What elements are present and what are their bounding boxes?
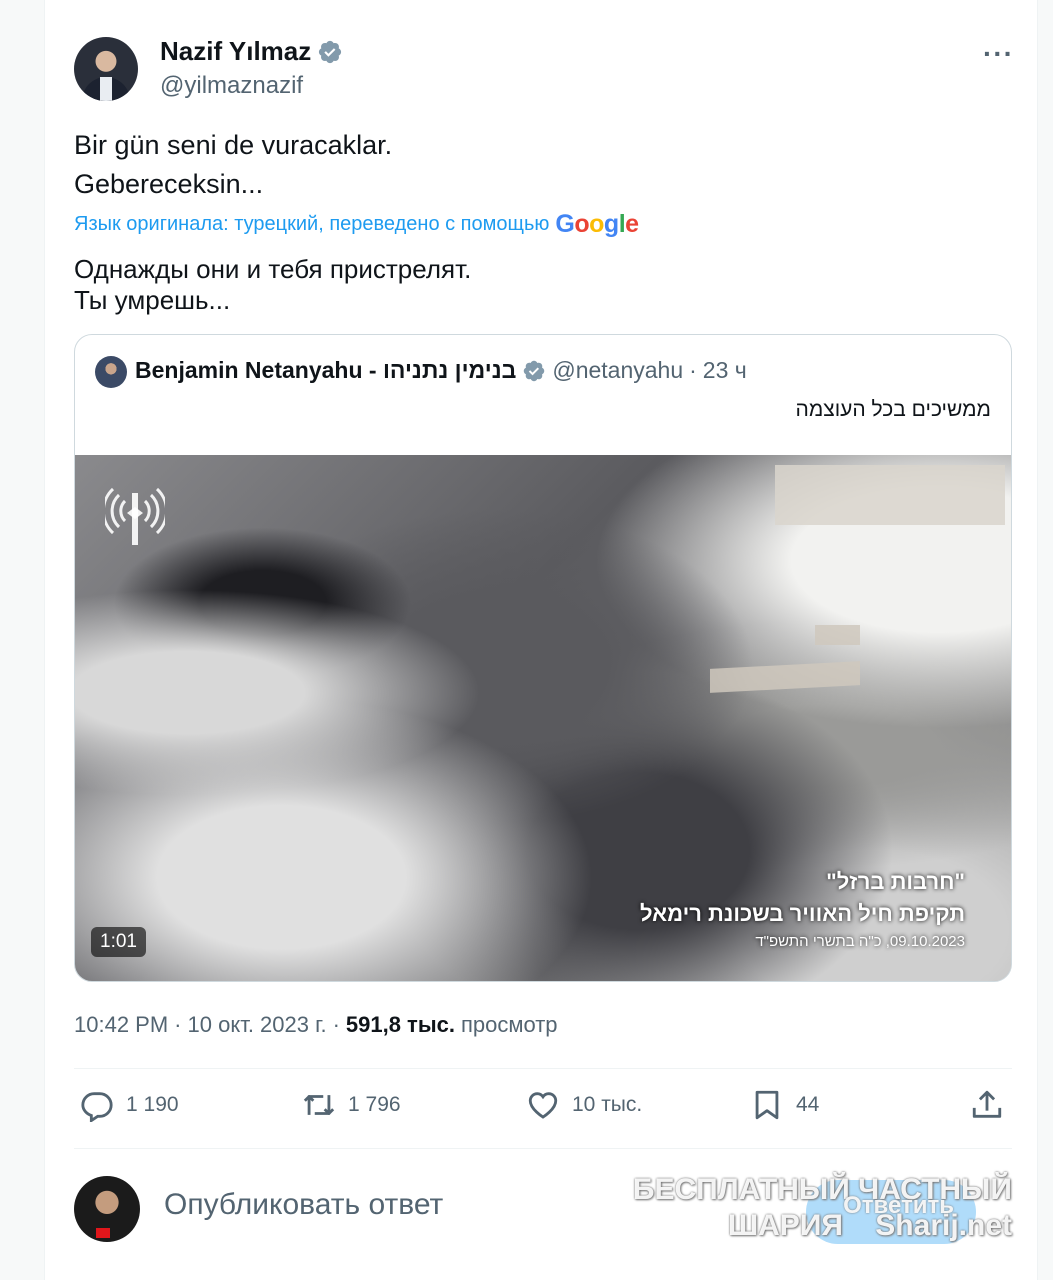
video-building bbox=[710, 661, 860, 693]
verified-badge-icon bbox=[524, 360, 545, 381]
retweet-button[interactable]: 1 796 bbox=[302, 1088, 401, 1122]
share-button[interactable] bbox=[970, 1088, 1004, 1122]
watermark-line-1: БЕСПЛАТНЫЙ ЧАСТНЫЙ bbox=[632, 1173, 1012, 1206]
watermark-sharia: ШАРИЯ bbox=[728, 1209, 843, 1242]
tweet-text-line-2: Gebereceksin... bbox=[74, 169, 264, 199]
author-avatar[interactable] bbox=[74, 37, 138, 101]
watermark-bubble-text: Ответить bbox=[843, 1192, 954, 1219]
video-building bbox=[775, 465, 1005, 525]
left-frame bbox=[0, 0, 45, 1280]
author-name-row: Nazif Yılmaz bbox=[160, 36, 343, 67]
like-count: 10 тыс. bbox=[572, 1093, 643, 1116]
video-caption-subtitle: תקיפת חיל האוויר בשכונת רימאל bbox=[639, 901, 965, 926]
retweet-count: 1 796 bbox=[348, 1093, 401, 1116]
like-button[interactable]: 10 тыс. bbox=[526, 1088, 642, 1122]
quoted-handle: @netanyahu bbox=[552, 357, 684, 383]
like-icon bbox=[528, 1092, 558, 1119]
author-handle[interactable]: @yilmaznazif bbox=[160, 72, 303, 100]
video-caption-title: "חרבות ברזל" bbox=[826, 869, 965, 894]
more-icon[interactable]: ··· bbox=[983, 38, 1014, 70]
divider bbox=[74, 1148, 1012, 1149]
watermark: БЕСПЛАТНЫЙ ЧАСТНЫЙ ШАРИЯ Sharij.net bbox=[633, 1172, 1012, 1244]
reply-button[interactable]: 1 190 bbox=[80, 1088, 179, 1122]
tweet-date[interactable]: 10 окт. 2023 г. bbox=[188, 1012, 327, 1038]
bookmark-icon bbox=[755, 1090, 779, 1120]
video-caption-date: 09.10.2023, כ"ה בתשרי התשפ"ד bbox=[755, 933, 965, 950]
tweet-time[interactable]: 10:42 PM bbox=[74, 1012, 168, 1038]
right-frame bbox=[1037, 0, 1053, 1280]
tweet: Nazif Yılmaz @yilmaznazif ··· Bir gün se… bbox=[46, 0, 1036, 1280]
google-logo: Google bbox=[555, 210, 639, 238]
quoted-author-avatar bbox=[95, 356, 127, 388]
quoted-tweet-header: Benjamin Netanyahu - בנימין נתניהו @neta… bbox=[135, 357, 747, 384]
tweet-meta: 10:42 PM · 10 окт. 2023 г. · 591,8 тыс. … bbox=[74, 1012, 558, 1038]
separator-dot: · bbox=[689, 357, 697, 383]
views-label: просмотр bbox=[460, 1012, 558, 1037]
idf-logo-icon bbox=[105, 487, 165, 545]
reply-count: 1 190 bbox=[126, 1093, 179, 1116]
video-building bbox=[815, 625, 860, 645]
quoted-author-name: Benjamin Netanyahu - בנימין נתניהו bbox=[135, 357, 517, 383]
verified-badge-icon bbox=[319, 40, 342, 63]
video-player[interactable]: "חרבות ברזל" תקיפת חיל האוויר בשכונת רימ… bbox=[75, 455, 1011, 981]
avatar-detail bbox=[96, 1228, 110, 1238]
quoted-tweet[interactable]: Benjamin Netanyahu - בנימין נתניהו @neta… bbox=[74, 334, 1012, 982]
author-name[interactable]: Nazif Yılmaz bbox=[160, 36, 311, 67]
separator-dot: · bbox=[332, 1012, 340, 1037]
watermark-line-2: ШАРИЯ Sharij.net bbox=[633, 1208, 1012, 1244]
tweet-text-line-1: Bir gün seni de vuracaklar. bbox=[74, 130, 393, 160]
divider bbox=[74, 1068, 1012, 1069]
action-bar: 1 190 1 796 10 тыс. 44 bbox=[74, 1088, 1012, 1132]
bookmark-button[interactable]: 44 bbox=[750, 1088, 819, 1122]
current-user-avatar[interactable] bbox=[74, 1176, 140, 1242]
views-count: 591,8 тыс. bbox=[345, 1012, 455, 1037]
bookmark-count: 44 bbox=[796, 1093, 820, 1116]
separator-dot: · bbox=[174, 1012, 182, 1037]
translation-note[interactable]: Язык оригинала: турецкий, переведено с п… bbox=[74, 210, 639, 239]
quoted-age: 23 ч bbox=[702, 357, 747, 383]
quoted-tweet-text: ממשיכים בכל העוצמה bbox=[795, 398, 991, 421]
share-icon bbox=[972, 1090, 1002, 1118]
avatar-shirt bbox=[100, 77, 112, 101]
translation-note-text: Язык оригинала: турецкий, переведено с п… bbox=[74, 213, 550, 235]
translated-line-2: Ты умрешь... bbox=[74, 285, 231, 315]
reply-icon bbox=[81, 1092, 113, 1122]
retweet-icon bbox=[303, 1095, 335, 1115]
reply-input[interactable]: Опубликовать ответ bbox=[164, 1188, 443, 1222]
video-duration: 1:01 bbox=[91, 927, 146, 957]
